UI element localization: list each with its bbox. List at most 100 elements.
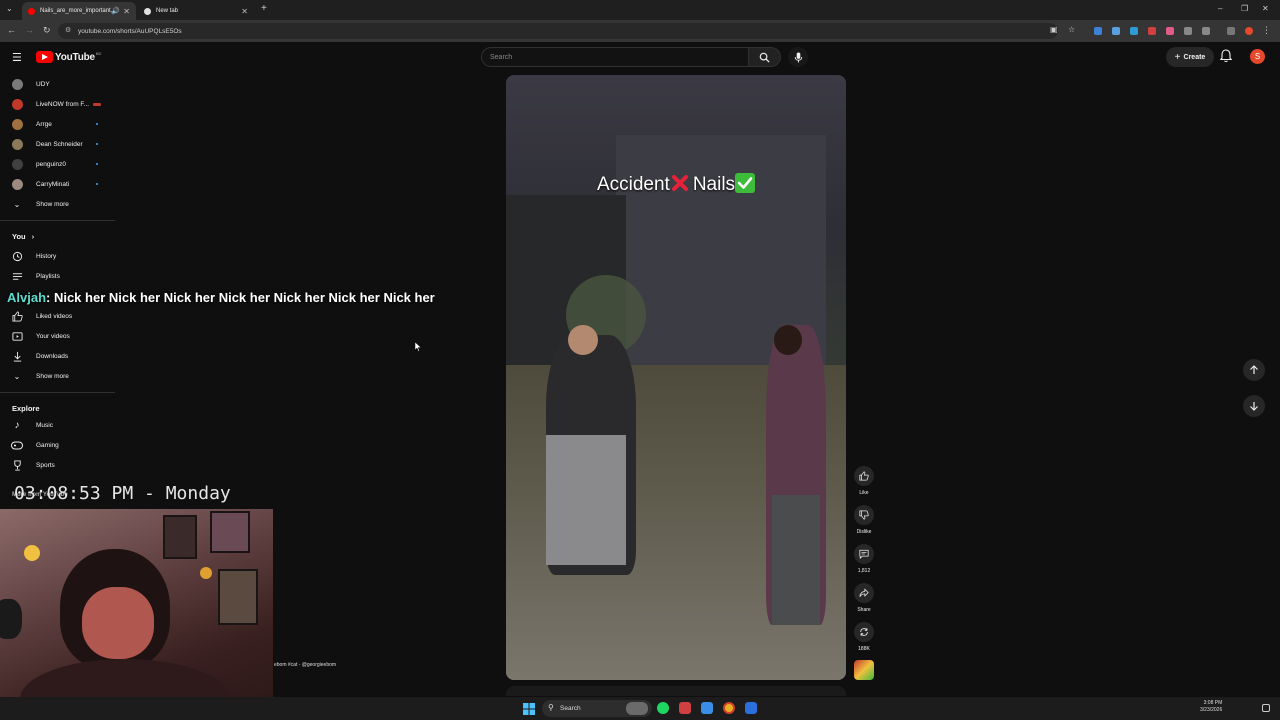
address-bar[interactable]: ⚙ youtube.com/shorts/AuUPQLsE5Os ▣ ☆ <box>58 23 1075 39</box>
notification-center-icon[interactable] <box>1262 704 1270 712</box>
extension-icon[interactable] <box>1130 27 1138 35</box>
shorts-video-player[interactable]: Accident Nails <box>506 75 846 680</box>
comments-count: 1,812 <box>857 568 871 574</box>
voice-search-button[interactable] <box>788 47 808 67</box>
channel-avatar <box>11 158 23 170</box>
your-videos-icon <box>11 330 23 342</box>
you-show-more[interactable]: ⌄ Show more <box>0 366 115 386</box>
menu-kebab-icon[interactable]: ⋮ <box>1262 25 1271 36</box>
spotify-icon[interactable] <box>657 702 669 714</box>
taskbar-clock[interactable]: 3:08 PM 3/23/2026 <box>1200 700 1222 714</box>
reload-icon[interactable]: ↻ <box>43 25 51 36</box>
account-avatar[interactable]: S <box>1250 49 1265 64</box>
title-left-text: Accident <box>596 174 670 195</box>
bookmark-star-icon[interactable]: ☆ <box>1068 25 1075 34</box>
sidebar-item-playlists[interactable]: Playlists <box>0 266 115 286</box>
show-more-label: Show more <box>36 200 69 208</box>
speaker-icon[interactable]: 🔊 <box>111 7 120 15</box>
extension-icon[interactable] <box>1184 27 1192 35</box>
share-button[interactable] <box>854 583 874 603</box>
previous-short-button[interactable] <box>1243 359 1265 381</box>
like-action[interactable]: Like <box>853 466 875 496</box>
cast-icon[interactable]: ▣ <box>1050 25 1058 34</box>
tab-youtube-short[interactable]: Nails_are_more_important... 🔊 ✕ <box>22 2 136 20</box>
create-button[interactable]: + Create <box>1166 47 1214 67</box>
sidebar-item-subscription[interactable]: LiveNOW from F... <box>0 94 115 114</box>
youtube-play-icon <box>36 51 53 63</box>
sidebar-item-label: Music <box>36 421 53 429</box>
dislike-action[interactable]: Dislike <box>853 505 875 535</box>
next-short-preview <box>506 686 846 696</box>
sidebar-divider <box>0 220 115 221</box>
remix-action[interactable]: 188K <box>853 622 875 652</box>
dislike-button[interactable] <box>854 505 874 525</box>
store-app-icon[interactable] <box>745 702 757 714</box>
share-action[interactable]: Share <box>853 583 875 613</box>
browser-toolbar: ← → ↻ ⚙ youtube.com/shorts/AuUPQLsE5Os ▣… <box>0 20 1280 42</box>
next-short-button[interactable] <box>1243 395 1265 417</box>
hamburger-menu-icon[interactable]: ☰ <box>12 51 22 64</box>
minimize-icon[interactable]: – <box>1218 4 1222 13</box>
comments-action[interactable]: 1,812 <box>853 544 875 574</box>
profile-icon[interactable] <box>1245 27 1253 35</box>
notifications-bell-icon[interactable] <box>1219 49 1233 68</box>
share-label: Share <box>857 607 871 613</box>
sidebar-item-subscription[interactable]: CarryMinati <box>0 174 115 194</box>
search-input[interactable]: Search <box>481 47 749 67</box>
forward-icon[interactable]: → <box>25 25 34 35</box>
stream-clock: 03:08:53 PM - Monday <box>14 483 231 504</box>
remix-button[interactable] <box>854 622 874 642</box>
sidebar-item-gaming[interactable]: Gaming <box>0 435 115 455</box>
sidebar-item-label: History <box>36 252 57 260</box>
channel-avatar <box>11 178 23 190</box>
sidebar-item-history[interactable]: History <box>0 246 115 266</box>
maximize-icon[interactable]: ❐ <box>1241 4 1248 13</box>
sidebar-item-downloads[interactable]: Downloads <box>0 346 115 366</box>
dislike-label: Dislike <box>856 529 872 535</box>
sidebar-item-subscription[interactable]: UDY <box>0 74 115 94</box>
extension-icon[interactable] <box>1112 27 1120 35</box>
address-text: youtube.com/shorts/AuUPQLsE5Os <box>78 27 182 35</box>
sidebar-item-subscription[interactable]: Arrge <box>0 114 115 134</box>
sidebar-item-liked-videos[interactable]: Liked videos <box>0 306 115 326</box>
extension-icon[interactable] <box>1094 27 1102 35</box>
sidebar-item-sports[interactable]: Sports <box>0 455 115 475</box>
sound-thumbnail[interactable] <box>854 660 874 680</box>
taskbar-search[interactable]: ⚲ Search <box>542 700 652 717</box>
emoji-sticker-icon <box>24 545 40 561</box>
sidebar-item-music[interactable]: ♪ Music <box>0 415 115 435</box>
thumbs-down-icon <box>859 510 869 520</box>
sidebar-item-subscription[interactable]: Dean Schneider <box>0 134 115 154</box>
site-info-icon[interactable]: ⚙ <box>65 26 71 34</box>
video-person-right-pants <box>772 495 820 625</box>
youtube-logo[interactable]: YouTube BD <box>36 51 101 63</box>
extensions-puzzle-icon[interactable] <box>1202 27 1210 35</box>
sidebar-item-your-videos[interactable]: Your videos <box>0 326 115 346</box>
tab-new-tab[interactable]: New tab ✕ <box>138 2 254 20</box>
search-button[interactable] <box>749 47 781 67</box>
subscriptions-show-more[interactable]: ⌄ Show more <box>0 194 115 214</box>
extension-icon[interactable] <box>1166 27 1174 35</box>
file-explorer-icon[interactable] <box>701 702 713 714</box>
extension-icon[interactable] <box>1148 27 1156 35</box>
chrome-icon[interactable] <box>723 702 735 714</box>
windows-start-icon[interactable] <box>523 702 535 715</box>
taskbar-date: 3/23/2026 <box>1200 707 1223 713</box>
you-section-header[interactable]: You › <box>12 232 34 241</box>
channel-avatar <box>11 138 23 150</box>
channel-name: CarryMinati <box>36 180 70 188</box>
close-window-icon[interactable]: ✕ <box>1262 4 1269 13</box>
tab-search-icon[interactable]: ⌄ <box>6 4 13 13</box>
new-tab-button[interactable]: + <box>261 3 267 14</box>
sidebar-item-subscription[interactable]: penguinz0 <box>0 154 115 174</box>
like-button[interactable] <box>854 466 874 486</box>
close-tab-icon[interactable]: ✕ <box>123 7 130 16</box>
back-icon[interactable]: ← <box>7 25 16 35</box>
calendar-app-icon[interactable] <box>679 702 691 714</box>
history-icon <box>11 250 23 262</box>
chat-username: Alvjah <box>7 290 47 305</box>
downloads-icon[interactable] <box>1227 27 1235 35</box>
close-tab-icon[interactable]: ✕ <box>241 7 248 16</box>
channel-name: penguinz0 <box>36 160 66 168</box>
comments-button[interactable] <box>854 544 874 564</box>
